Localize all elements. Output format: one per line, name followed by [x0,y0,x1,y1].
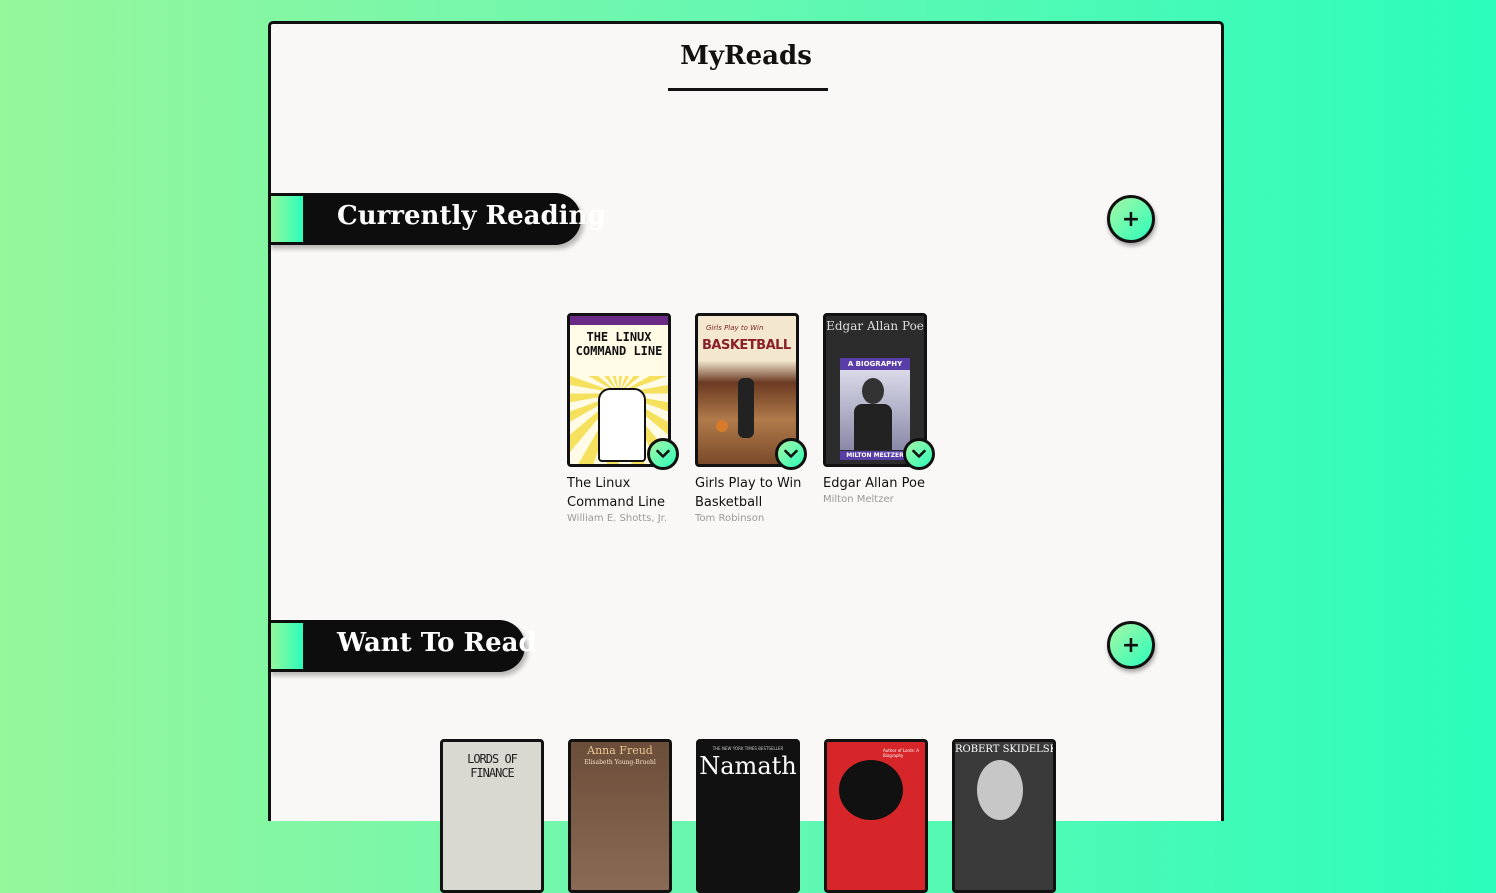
shelf-header-want-to-read: Want To Read [268,620,537,672]
chevron-down-icon [912,449,926,458]
shelf-changer-button[interactable] [903,438,935,470]
book-author: Milton Meltzer [823,494,894,505]
cover-portrait [977,760,1023,820]
cover-title-line1: Namath [699,752,797,780]
cover-title-line1: ROBERT SKIDELSKY [955,744,1056,755]
book-cover[interactable]: Anna Freud Elisabeth Young-Bruehl [568,739,672,893]
book-author: Tom Robinson [695,513,765,524]
cover-title-line1: Anna Freud [587,744,653,757]
app-panel: MyReads Currently Reading + THE LINUX CO… [268,21,1224,893]
book-cover[interactable]: LORDS OF FINANCE [440,739,544,893]
book-title-block: Girls Play to Win Basketball Tom Robinso… [695,474,807,526]
add-book-button[interactable]: + [1107,195,1155,243]
shelf-accent-tab [271,196,303,242]
book-cover[interactable]: Author of Lords: A Biography [824,739,928,893]
cover-title-line1: Girls Play to Win [706,324,764,332]
cover-player [738,378,754,438]
book-title: The Linux Command Line [567,476,666,510]
book-title: Edgar Allan Poe [823,476,925,491]
cover-title-line1: LORDS OF FINANCE [467,752,518,780]
title-underline [668,88,828,91]
cover-title-line1: THE LINUX [586,330,652,344]
book-title: Girls Play to Win Basketball [695,476,802,510]
cover-title-line2: BASKETBALL [702,338,791,353]
cover-robot [598,388,646,462]
add-book-button[interactable]: + [1107,621,1155,669]
book-cover[interactable]: ROBERT SKIDELSKY [952,739,1056,893]
cover-portrait [839,760,903,820]
book-cover[interactable]: THE NEW YORK TIMES BESTSELLER Namath [696,739,800,893]
cover-band [570,316,668,325]
book-title-block: The Linux Command Line William E. Shotts… [567,474,679,526]
chevron-down-icon [784,449,798,458]
shelf-changer-button[interactable] [775,438,807,470]
shelf-changer-button[interactable] [647,438,679,470]
cover-tagline: THE NEW YORK TIMES BESTSELLER [712,746,784,751]
cover-title-line1: Edgar Allan Poe [826,319,924,333]
shelf-accent-tab [271,623,303,669]
cover-ball [716,420,728,432]
book-author: William E. Shotts, Jr. [567,513,668,524]
book-title-block: Edgar Allan Poe Milton Meltzer [823,474,935,507]
shelf-header-currently-reading: Currently Reading [268,193,606,245]
page-title: MyReads [680,41,812,71]
cover-title-line2: Elisabeth Young-Bruehl [584,759,656,766]
shelf-title: Currently Reading [337,201,606,231]
cover-title-line2: A BIOGRAPHY [840,358,910,370]
cover-portrait-head [862,378,884,404]
chevron-down-icon [656,449,670,458]
cover-title-line2: COMMAND LINE [575,344,663,358]
cover-title-line1: Author of Lords: A Biography [883,748,920,758]
cover-portrait-body [854,404,892,450]
shelf-title: Want To Read [337,628,537,658]
cover-author: MILTON MELTZER [840,451,910,460]
